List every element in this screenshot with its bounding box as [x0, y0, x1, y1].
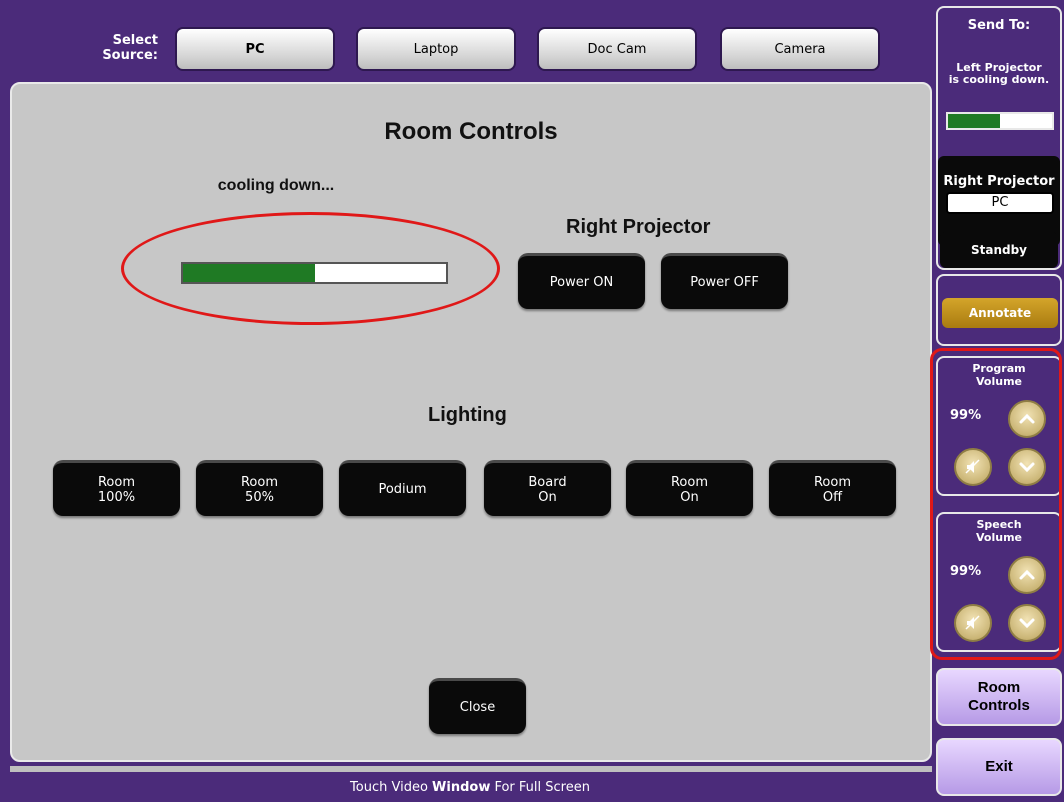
button-line1: Room [97, 474, 136, 490]
room-controls-line1: Room [977, 679, 1021, 696]
source-camera-button[interactable]: Camera [720, 27, 880, 71]
button-line2: On [680, 489, 699, 505]
hint-suffix: For Full Screen [490, 780, 590, 795]
button-line1: Board [528, 474, 567, 490]
volume-highlight-ring [930, 348, 1062, 660]
button-line2: On [538, 489, 557, 505]
left-projector-progress [946, 112, 1054, 130]
exit-button[interactable]: Exit [936, 738, 1062, 796]
button-line2: Off [822, 489, 843, 505]
power-off-button[interactable]: Power OFF [661, 253, 788, 309]
lighting-room-on-button[interactable]: Room On [626, 460, 753, 516]
cooling-status-label: cooling down... [217, 177, 335, 194]
left-projector-progress-fill [948, 114, 1000, 128]
source-laptop-button[interactable]: Laptop [356, 27, 516, 71]
footer-strip [10, 766, 932, 772]
left-projector-status: Left Projector is cooling down. [938, 62, 1060, 86]
button-line1: Room [670, 474, 709, 490]
lighting-room-100-button[interactable]: Room 100% [53, 460, 180, 516]
right-projector-label: Right Projector [943, 174, 1055, 189]
select-label-line2: Source: [102, 48, 158, 63]
right-projector-title: Right Projector [566, 216, 711, 238]
hint-prefix: Touch Video [350, 780, 433, 795]
room-controls-button[interactable]: Room Controls [936, 668, 1062, 726]
select-source-label: Select Source: [86, 33, 158, 63]
button-line1: Room [240, 474, 279, 490]
send-to-panel: Send To: Left Projector is cooling down.… [936, 6, 1062, 270]
hint-bold: Window [432, 780, 491, 795]
annotate-button[interactable]: Annotate [942, 298, 1058, 328]
right-projector-block: Right Projector PC Standby [938, 156, 1060, 268]
highlight-ellipse [121, 212, 500, 325]
button-line2: 50% [245, 489, 274, 505]
power-on-button[interactable]: Power ON [518, 253, 645, 309]
lighting-room-50-button[interactable]: Room 50% [196, 460, 323, 516]
select-label-line1: Select [112, 33, 158, 48]
fullscreen-hint[interactable]: Touch Video Window For Full Screen [0, 780, 940, 795]
lighting-board-on-button[interactable]: Board On [484, 460, 611, 516]
lighting-podium-button[interactable]: Podium [339, 460, 466, 516]
right-projector-source: PC [946, 192, 1054, 214]
button-line1: Room [813, 474, 852, 490]
button-line2: 100% [97, 489, 136, 505]
source-doc-cam-button[interactable]: Doc Cam [537, 27, 697, 71]
close-button[interactable]: Close [429, 678, 526, 734]
room-controls-line2: Controls [968, 697, 1030, 714]
standby-button[interactable]: Standby [940, 232, 1058, 268]
touch-panel-ui: Select Source: PC Laptop Doc Cam Camera … [0, 0, 1064, 802]
lighting-room-off-button[interactable]: Room Off [769, 460, 896, 516]
status-line2: is cooling down. [948, 73, 1050, 86]
annotate-panel: Annotate [936, 274, 1062, 346]
button-line1: Podium [378, 482, 427, 497]
source-pc-button[interactable]: PC [175, 27, 335, 71]
page-title: Room Controls [384, 118, 558, 145]
lighting-title: Lighting [428, 404, 507, 426]
send-to-label: Send To: [967, 18, 1031, 33]
